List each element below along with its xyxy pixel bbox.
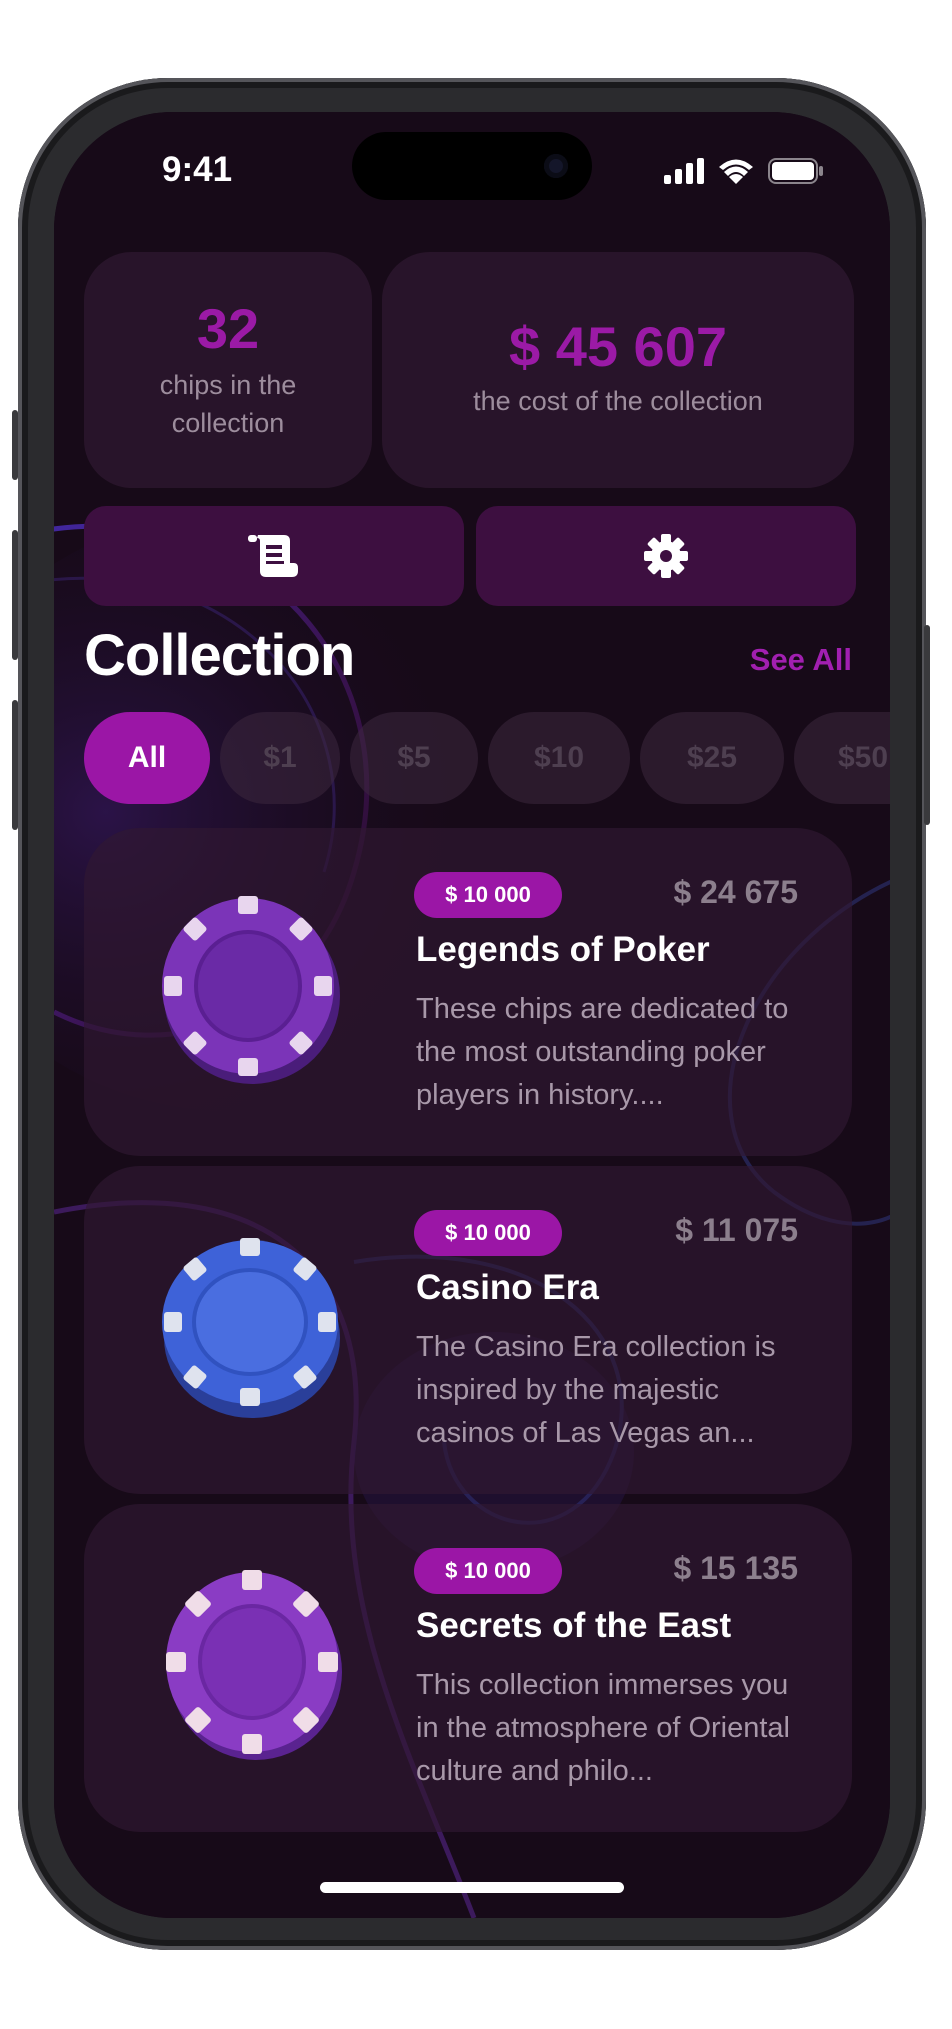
collection-cost-card: $ 45 607 the cost of the collection: [382, 252, 854, 488]
chips-count-label: chips in the collection: [159, 370, 297, 438]
item-title: Casino Era: [416, 1268, 599, 1307]
phone-volume-down-button: [12, 700, 18, 830]
denomination-badge: $ 10 000: [414, 1210, 562, 1256]
cellular-signal-icon: [664, 158, 704, 184]
scroll-list-icon: [248, 535, 298, 577]
phone-power-button: [924, 625, 930, 825]
phone-action-button: [12, 410, 18, 480]
collection-item-card[interactable]: $ 10 000 $ 11 075 Casino Era The Casino …: [84, 1166, 852, 1494]
denomination-badge: $ 10 000: [414, 872, 562, 918]
gear-icon: [644, 534, 688, 578]
filter-chip-50[interactable]: $50: [794, 712, 890, 804]
filter-chip-25[interactable]: $25: [640, 712, 784, 804]
item-description: This collection immerses you in the atmo…: [416, 1669, 790, 1787]
denomination-badge: $ 10 000: [414, 1548, 562, 1594]
collection-item-card[interactable]: $ 10 000 $ 15 135 Secrets of the East Th…: [84, 1504, 852, 1832]
item-description: The Casino Era collection is inspired by…: [416, 1331, 776, 1449]
poker-chip-image: [166, 1570, 342, 1760]
history-button[interactable]: [84, 506, 464, 606]
item-description: These chips are dedicated to the most ou…: [416, 993, 789, 1111]
battery-icon: [768, 158, 823, 184]
wifi-icon: [719, 159, 753, 184]
home-indicator[interactable]: [320, 1882, 624, 1893]
item-title: Secrets of the East: [416, 1606, 732, 1645]
chips-count: 32: [196, 297, 260, 360]
filter-chip-5[interactable]: $5: [350, 712, 478, 804]
item-price: $ 11 075: [675, 1212, 798, 1248]
item-price: $ 15 135: [673, 1550, 798, 1586]
section-title: Collection: [84, 623, 355, 688]
filter-chip-10[interactable]: $10: [488, 712, 630, 804]
app-screen: 9:41 32 chips in the collection $ 45 607…: [54, 112, 890, 1918]
collection-cost: $ 45 607: [509, 315, 727, 378]
filter-chip-1[interactable]: $1: [220, 712, 340, 804]
poker-chip-image: [162, 1238, 340, 1418]
status-icons: [664, 156, 824, 184]
settings-button[interactable]: [476, 506, 856, 606]
poker-chip-image: [162, 896, 340, 1084]
see-all-link[interactable]: See All: [750, 642, 852, 678]
front-camera: [544, 154, 568, 178]
status-time: 9:41: [162, 150, 233, 189]
filter-chip-all[interactable]: All: [84, 712, 210, 804]
phone-volume-up-button: [12, 530, 18, 660]
chips-count-card: 32 chips in the collection: [84, 252, 372, 488]
collection-item-card[interactable]: $ 10 000 $ 24 675 Legends of Poker These…: [84, 828, 852, 1156]
item-price: $ 24 675: [673, 874, 798, 910]
dynamic-island: [352, 132, 592, 200]
item-title: Legends of Poker: [416, 930, 710, 969]
collection-cost-label: the cost of the collection: [473, 386, 763, 416]
